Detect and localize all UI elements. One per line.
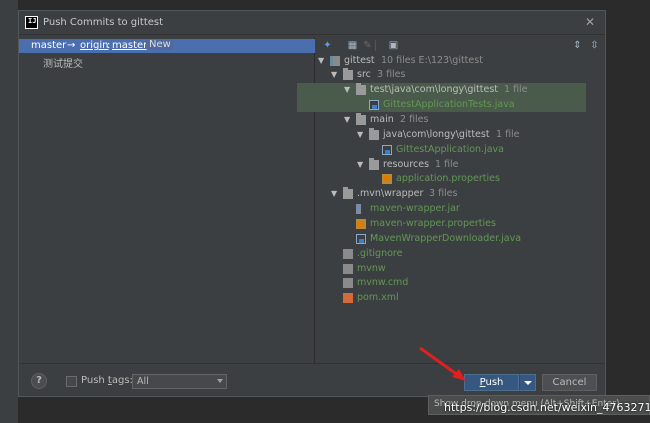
expand-arrow-icon[interactable]: ▼ — [331, 189, 337, 198]
properties-file-icon — [356, 219, 366, 229]
tree-row-label: GittestApplication.java — [396, 144, 504, 155]
chevron-down-icon — [217, 379, 223, 383]
xml-file-icon — [343, 293, 353, 303]
tree-row-label: mvnw — [357, 263, 386, 274]
tree-row-label: maven-wrapper.jar — [370, 203, 460, 214]
new-badge: New — [146, 40, 174, 50]
java-file-icon — [369, 100, 379, 110]
local-branch-label: master — [31, 40, 67, 51]
watermark-text: https://blog.csdn.net/weixin_47632717 — [444, 401, 650, 414]
dialog-title: Push Commits to gittest — [43, 17, 164, 28]
ide-background-left — [0, 0, 18, 423]
folder-icon — [369, 158, 379, 170]
folder-icon — [343, 68, 353, 80]
view-options-icon[interactable]: ▣ — [388, 40, 399, 51]
expand-arrow-icon[interactable]: ▼ — [357, 130, 363, 139]
intellij-logo-icon: IJ — [25, 16, 38, 29]
commits-panel: master → origin : master New 测试提交 — [19, 37, 315, 363]
collapse-all-icon[interactable]: ⇳ — [589, 40, 600, 51]
help-button[interactable]: ? — [31, 373, 47, 389]
tree-row-count: 1 file — [435, 159, 459, 170]
tree-row-label: .gitignore — [357, 248, 403, 259]
tree-row-label: main — [370, 114, 394, 125]
expand-arrow-icon[interactable]: ▼ — [318, 56, 324, 65]
push-tags-label: Push tags: — [81, 375, 133, 386]
toolbar-separator — [375, 40, 376, 51]
tree-row-label: MavenWrapperDownloader.java — [370, 233, 522, 244]
properties-file-icon — [382, 174, 392, 184]
tree-row-count: 1 file — [504, 84, 528, 95]
tree-row-label: GittestApplicationTests.java — [383, 99, 515, 110]
tree-row-count: 3 files — [429, 188, 458, 199]
remote-branch-link[interactable]: master — [112, 40, 147, 51]
branch-push-row[interactable]: master → origin : master New — [19, 39, 315, 53]
file-icon — [343, 278, 353, 288]
dialog-footer: ? Push tags: All Push Cancel — [19, 363, 605, 397]
files-toolbar: ✦ ▦ ✎ ▣ ⇕ ⇳ — [316, 37, 605, 54]
dialog-titlebar: IJ Push Commits to gittest ✕ — [19, 11, 605, 35]
tree-row-count: 10 files E:\123\gittest — [381, 55, 483, 66]
expand-arrow-icon[interactable]: ▼ — [357, 160, 363, 169]
folder-icon — [356, 113, 366, 125]
folder-icon — [356, 83, 366, 95]
java-file-icon — [382, 145, 392, 155]
tree-row-label: .mvn\wrapper — [357, 188, 424, 199]
push-button[interactable]: Push — [464, 374, 519, 391]
push-arrow-glyph: → — [67, 40, 76, 51]
tags-dropdown-value: All — [137, 376, 149, 387]
close-icon[interactable]: ✕ — [585, 15, 595, 29]
folder-icon — [343, 187, 353, 199]
tree-row-label: maven-wrapper.properties — [370, 218, 496, 229]
tree-row-label: gittest — [344, 55, 375, 66]
push-commits-dialog: IJ Push Commits to gittest ✕ master → or… — [18, 10, 606, 397]
tree-row-label: resources — [383, 159, 430, 170]
tree-row-label: java\com\longy\gittest — [383, 129, 490, 140]
expand-all-icon[interactable]: ⇕ — [572, 40, 583, 51]
tree-row-label: src — [357, 69, 371, 80]
module-icon — [330, 56, 340, 66]
tree-row-label: mvnw.cmd — [357, 277, 409, 288]
push-dropdown-button[interactable] — [519, 374, 536, 391]
tags-dropdown[interactable]: All — [132, 374, 227, 389]
edit-source-icon[interactable]: ✎ — [362, 40, 373, 51]
expand-diff-icon[interactable]: ✦ — [322, 40, 333, 51]
tree-row-label: test\java\com\longy\gittest — [370, 84, 499, 95]
push-tags-checkbox[interactable] — [66, 376, 77, 387]
colon-separator: : — [107, 40, 111, 51]
tree-row-count: 1 file — [496, 129, 520, 140]
tree-row-label: application.properties — [396, 173, 500, 184]
expand-arrow-icon[interactable]: ▼ — [331, 70, 337, 79]
tree-row-count: 3 files — [377, 69, 406, 80]
java-file-icon — [356, 234, 366, 244]
file-icon — [343, 264, 353, 274]
cancel-button[interactable]: Cancel — [542, 374, 597, 391]
jar-file-icon — [356, 204, 361, 214]
tree-row-label: pom.xml — [357, 292, 399, 303]
expand-arrow-icon[interactable]: ▼ — [344, 115, 350, 124]
tree-row-count: 2 files — [400, 114, 429, 125]
folder-icon — [369, 128, 379, 140]
commit-message-item[interactable]: 测试提交 — [43, 55, 83, 70]
expand-arrow-icon[interactable]: ▼ — [344, 85, 350, 94]
file-icon — [343, 249, 353, 259]
group-by-icon[interactable]: ▦ — [347, 40, 358, 51]
remote-link[interactable]: origin — [80, 40, 108, 51]
